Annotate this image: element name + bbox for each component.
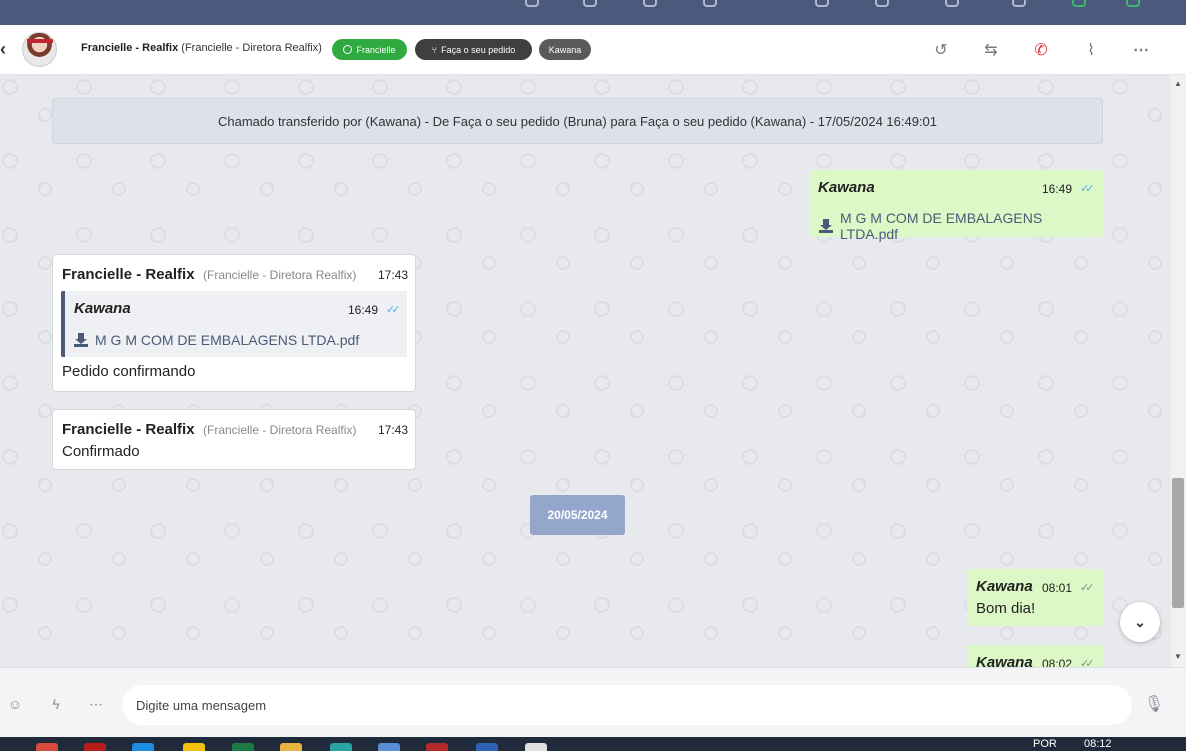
message-time: 16:49 bbox=[1042, 182, 1073, 196]
message-sender: Francielle - Realfix bbox=[62, 266, 195, 283]
toolbar-icon[interactable] bbox=[643, 0, 657, 7]
message-time: 08:02 bbox=[1042, 657, 1073, 667]
read-ticks-icon: ✓✓ bbox=[1080, 183, 1095, 195]
delivered-ticks-icon: ✓✓ bbox=[1080, 658, 1095, 667]
system-transfer-message: Chamado transferido por (Kawana) - De Fa… bbox=[52, 98, 1103, 144]
read-ticks-icon: ✓✓ bbox=[386, 304, 401, 316]
taskbar-clock[interactable]: 08:12 bbox=[1084, 738, 1112, 750]
status-icon[interactable] bbox=[1072, 0, 1086, 7]
toolbar-icon[interactable] bbox=[875, 0, 889, 7]
chat-header: ‹ Francielle - Realfix (Francielle - Dir… bbox=[0, 25, 1186, 75]
message-time: 08:01 bbox=[1042, 581, 1073, 595]
date-divider: 20/05/2024 bbox=[530, 495, 625, 535]
more-options-icon[interactable]: ⋯ bbox=[1131, 40, 1151, 60]
hierarchy-icon: ⑂ bbox=[431, 44, 438, 55]
quoted-sender: Kawana bbox=[74, 300, 131, 317]
incoming-message[interactable]: Francielle - Realfix (Francielle - Diret… bbox=[52, 254, 416, 392]
end-call-icon[interactable]: ✆ bbox=[1031, 40, 1051, 60]
message-sender: Kawana bbox=[976, 654, 1033, 667]
toolbar-icon[interactable] bbox=[815, 0, 829, 7]
toolbar-icon[interactable] bbox=[1012, 0, 1026, 7]
message-text: Pedido confirmando bbox=[62, 363, 196, 380]
tag-label: Francielle bbox=[356, 44, 396, 55]
app-icon[interactable] bbox=[132, 743, 154, 751]
transfer-icon[interactable]: ⇆ bbox=[981, 40, 1001, 60]
app-icon[interactable] bbox=[476, 743, 498, 751]
message-sender: Kawana bbox=[976, 578, 1033, 595]
back-arrow-icon[interactable]: ‹ bbox=[0, 39, 6, 60]
file-name: M G M COM DE EMBALAGENS LTDA.pdf bbox=[95, 332, 360, 348]
scroll-down-button[interactable]: ⌄ bbox=[1120, 602, 1160, 642]
os-taskbar: POR 08:12 bbox=[0, 737, 1186, 751]
status-icon[interactable] bbox=[1126, 0, 1140, 7]
toolbar-icon[interactable] bbox=[583, 0, 597, 7]
scrollbar-thumb[interactable] bbox=[1172, 478, 1184, 608]
message-time: 17:43 bbox=[378, 268, 409, 282]
emoji-icon[interactable]: ☺ bbox=[6, 695, 24, 713]
toolbar-icon[interactable] bbox=[945, 0, 959, 7]
outgoing-message[interactable]: Kawana 08:02 ✓✓ bbox=[967, 645, 1103, 667]
sender-role: (Francielle - Diretora Realfix) bbox=[203, 268, 357, 282]
contact-avatar[interactable] bbox=[22, 32, 57, 67]
date-divider-text: 20/05/2024 bbox=[547, 508, 608, 522]
quoted-file[interactable]: M G M COM DE EMBALAGENS LTDA.pdf bbox=[74, 332, 359, 348]
message-sender: Francielle - Realfix bbox=[62, 421, 195, 438]
outgoing-message[interactable]: Kawana 08:01 ✓✓ Bom dia! bbox=[967, 569, 1103, 626]
quick-reply-icon[interactable]: ϟ bbox=[47, 695, 65, 713]
templates-icon[interactable]: ⋯ bbox=[87, 695, 105, 713]
microphone-icon[interactable]: 🎙 bbox=[1144, 695, 1164, 713]
message-time: 17:43 bbox=[378, 423, 409, 437]
chat-area[interactable]: Chamado transferido por (Kawana) - De Fa… bbox=[0, 75, 1171, 667]
whatsapp-tag[interactable]: Francielle bbox=[332, 39, 407, 60]
edge-icon[interactable] bbox=[330, 743, 352, 751]
tag-label: Kawana bbox=[548, 44, 582, 55]
excel-icon[interactable] bbox=[232, 743, 254, 751]
outgoing-message[interactable]: Kawana 16:49 ✓✓ M G M COM DE EMBALAGENS … bbox=[809, 170, 1103, 242]
folder-icon[interactable] bbox=[280, 743, 302, 751]
app-icon[interactable] bbox=[378, 743, 400, 751]
message-text: Confirmado bbox=[62, 443, 140, 460]
top-toolbar-band bbox=[0, 0, 1186, 25]
message-sender: Kawana bbox=[818, 179, 875, 196]
queue-tag[interactable]: ⑂ Faça o seu pedido bbox=[415, 39, 532, 60]
app-icon[interactable] bbox=[84, 743, 106, 751]
attachment-icon[interactable]: ⌇ bbox=[1081, 40, 1101, 60]
scroll-down-arrow-icon[interactable]: ▼ bbox=[1172, 652, 1184, 664]
quoted-message[interactable]: Kawana 16:49 ✓✓ M G M COM DE EMBALAGENS … bbox=[61, 291, 407, 357]
message-input[interactable] bbox=[122, 685, 1132, 725]
system-message-text: Chamado transferido por (Kawana) - De Fa… bbox=[217, 113, 938, 129]
file-name: M G M COM DE EMBALAGENS LTDA.pdf bbox=[839, 210, 1043, 242]
contact-name-text: Francielle - Realfix bbox=[81, 42, 179, 54]
chrome-icon[interactable] bbox=[36, 743, 58, 751]
download-icon[interactable] bbox=[74, 333, 88, 347]
sender-role: (Francielle - Diretora Realfix) bbox=[203, 423, 357, 437]
incoming-message[interactable]: Francielle - Realfix (Francielle - Diret… bbox=[52, 409, 416, 470]
history-icon[interactable]: ↺ bbox=[931, 40, 951, 60]
chevron-down-icon: ⌄ bbox=[1134, 613, 1146, 630]
delivered-ticks-icon: ✓✓ bbox=[1080, 582, 1095, 594]
file-attachment[interactable]: M G M COM DE EMBALAGENS LTDA.pdf bbox=[819, 210, 1103, 242]
message-text: Bom dia! bbox=[976, 600, 1036, 617]
message-composer: ☺ ϟ ⋯ 🎙 bbox=[0, 667, 1186, 737]
toolbar-icon[interactable] bbox=[703, 0, 717, 7]
agent-tag[interactable]: Kawana bbox=[539, 39, 591, 60]
app-icon[interactable] bbox=[525, 743, 547, 751]
download-icon[interactable] bbox=[819, 219, 833, 233]
toolbar-icon[interactable] bbox=[525, 0, 539, 7]
language-indicator[interactable]: POR bbox=[1033, 738, 1057, 750]
whatsapp-icon bbox=[343, 45, 353, 54]
contact-name[interactable]: Francielle - Realfix (Francielle - Diret… bbox=[81, 42, 322, 54]
quoted-time: 16:49 bbox=[348, 303, 379, 317]
app-icon[interactable] bbox=[183, 743, 205, 751]
contact-role-text: (Francielle - Diretora Realfix) bbox=[181, 42, 322, 54]
app-icon[interactable] bbox=[426, 743, 448, 751]
scroll-up-arrow-icon[interactable]: ▲ bbox=[1172, 79, 1184, 91]
tag-label: Faça o seu pedido bbox=[441, 44, 516, 55]
